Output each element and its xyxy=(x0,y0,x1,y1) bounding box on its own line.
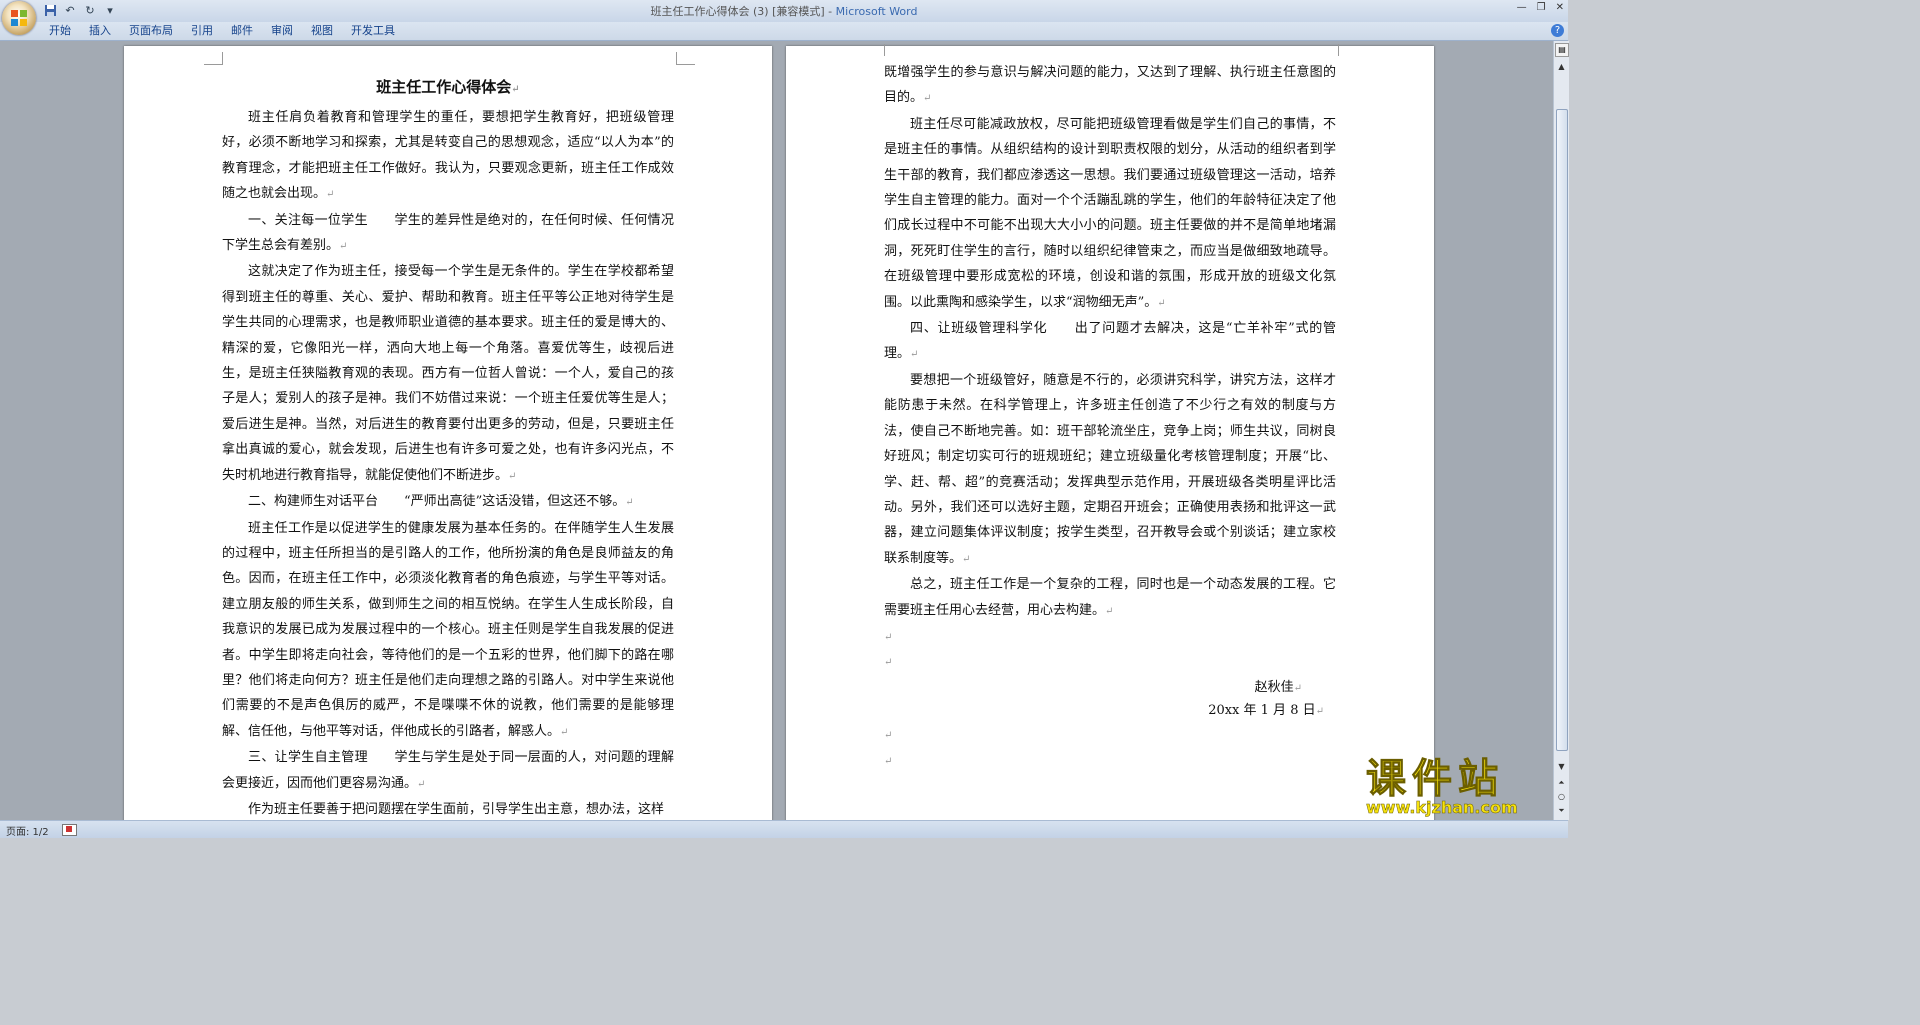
empty-paragraph: ↵ xyxy=(884,657,893,669)
proofing-errors-icon[interactable] xyxy=(62,824,77,836)
title-bar: ↶ ↻ ▾ 班主任工作心得体会 (3) [兼容模式] - Microsoft W… xyxy=(0,0,1568,22)
paragraph: 二、构建师生对话平台 “严师出高徒”这话没错，但这还不够。↵ xyxy=(248,494,634,510)
empty-paragraph: ↵ xyxy=(884,631,893,643)
paragraph: 班主任工作是以促进学生的健康发展为基本任务的。在伴随学生人生发展的过程中，班主任… xyxy=(222,520,674,739)
select-browse-object-icon[interactable]: ○ xyxy=(1555,791,1568,803)
next-page-icon[interactable]: ⏷ xyxy=(1555,805,1568,817)
watermark-text: 课件站 xyxy=(1366,756,1504,802)
office-logo-icon xyxy=(11,10,27,26)
tab-review[interactable]: 审阅 xyxy=(262,24,302,38)
vertical-scrollbar[interactable]: ▤ ▲ ▼ ⏶ ○ ⏷ xyxy=(1553,41,1569,820)
margin-corner-mark xyxy=(866,44,885,56)
paragraph: 要想把一个班级管好，随意是不行的，必须讲究科学，讲究方法，这样才能防患于未然。在… xyxy=(884,372,1336,566)
close-icon[interactable]: ✕ xyxy=(1556,2,1564,13)
paragraph: 总之，班主任工作是一个复杂的工程，同时也是一个动态发展的工程。它需要班主任用心去… xyxy=(884,577,1336,618)
tab-view[interactable]: 视图 xyxy=(302,24,342,38)
watermark-url: www.kjzhan.com xyxy=(1366,798,1518,818)
paragraph: 一、关注每一位学生 学生的差异性是绝对的，在任何时候、任何情况下学生总会有差别。… xyxy=(222,212,674,254)
window-title: 班主任工作心得体会 (3) [兼容模式] - Microsoft Word xyxy=(0,3,1568,19)
page-indicator[interactable]: 页面: 1/2 xyxy=(6,823,49,838)
tab-developer[interactable]: 开发工具 xyxy=(342,24,404,38)
ribbon: 开始 插入 页面布局 引用 邮件 审阅 视图 开发工具 ? xyxy=(0,22,1568,41)
window-controls: — ❐ ✕ xyxy=(1517,2,1564,13)
page-2-body: 既增强学生的参与意识与解决问题的能力，又达到了理解、执行班主任意图的目的。↵ 班… xyxy=(884,60,1336,773)
status-bar: 页面: 1/2 xyxy=(0,820,1568,838)
paragraph: 班主任尽可能减政放权，尽可能把班级管理看做是学生们自己的事情，不是班主任的事情。… xyxy=(884,116,1336,310)
paragraph: 三、让学生自主管理 学生与学生是处于同一层面的人，对问题的理解会更接近，因而他们… xyxy=(222,750,674,791)
previous-page-icon[interactable]: ⏶ xyxy=(1555,777,1568,789)
view-ruler-icon[interactable]: ▤ xyxy=(1555,43,1569,57)
scroll-down-icon[interactable]: ▼ xyxy=(1555,761,1568,773)
site-watermark: 课件站 www.kjzhan.com xyxy=(1362,757,1552,819)
app-name: Microsoft Word xyxy=(835,5,918,18)
ribbon-tabs: 开始 插入 页面布局 引用 邮件 审阅 视图 开发工具 xyxy=(40,24,404,38)
empty-paragraph: ↵ xyxy=(884,755,893,767)
minimize-icon[interactable]: — xyxy=(1517,2,1527,13)
tab-insert[interactable]: 插入 xyxy=(80,24,120,38)
restore-icon[interactable]: ❐ xyxy=(1537,2,1546,13)
margin-corner-mark xyxy=(676,52,695,65)
empty-paragraph: ↵ xyxy=(884,730,893,742)
tab-home[interactable]: 开始 xyxy=(40,24,80,38)
document-heading: 班主任工作心得体会↵ xyxy=(376,78,520,96)
paragraph: 这就决定了作为班主任，接受每一个学生是无条件的。学生在学校都希望得到班主任的尊重… xyxy=(222,264,674,483)
document-title: 班主任工作心得体会 (3) [兼容模式] - xyxy=(650,5,836,18)
paragraph: 四、让班级管理科学化 出了问题才去解决，这是“亡羊补牢”式的管理。↵ xyxy=(884,321,1336,362)
office-button[interactable] xyxy=(2,1,36,35)
paragraph: 作为班主任要善于把问题摆在学生面前，引导学生出主意，想办法，这样 xyxy=(248,801,665,817)
paragraph: 既增强学生的参与意识与解决问题的能力，又达到了理解、执行班主任意图的目的。↵ xyxy=(884,65,1336,106)
help-icon[interactable]: ? xyxy=(1551,24,1564,37)
signature-name: 赵秋佳↵ xyxy=(1254,679,1302,695)
margin-corner-mark xyxy=(204,52,223,65)
document-workspace: 班主任工作心得体会↵ 班主任肩负着教育和管理学生的重任，要想把学生教育好，把班级… xyxy=(0,41,1553,820)
scroll-thumb[interactable] xyxy=(1556,109,1568,751)
document-page-1[interactable]: 班主任工作心得体会↵ 班主任肩负着教育和管理学生的重任，要想把学生教育好，把班级… xyxy=(124,46,772,820)
tab-page-layout[interactable]: 页面布局 xyxy=(120,24,182,38)
tab-mailings[interactable]: 邮件 xyxy=(222,24,262,38)
scroll-up-icon[interactable]: ▲ xyxy=(1555,61,1568,73)
document-page-2[interactable]: 既增强学生的参与意识与解决问题的能力，又达到了理解、执行班主任意图的目的。↵ 班… xyxy=(786,44,1434,820)
page-1-body: 班主任工作心得体会↵ 班主任肩负着教育和管理学生的重任，要想把学生教育好，把班级… xyxy=(222,75,674,820)
paragraph: 班主任肩负着教育和管理学生的重任，要想把学生教育好，把班级管理好，必须不断地学习… xyxy=(222,110,674,202)
tab-references[interactable]: 引用 xyxy=(182,24,222,38)
margin-corner-mark xyxy=(1338,44,1357,56)
signature-date: 20xx 年 1 月 8 日↵ xyxy=(1208,703,1324,719)
